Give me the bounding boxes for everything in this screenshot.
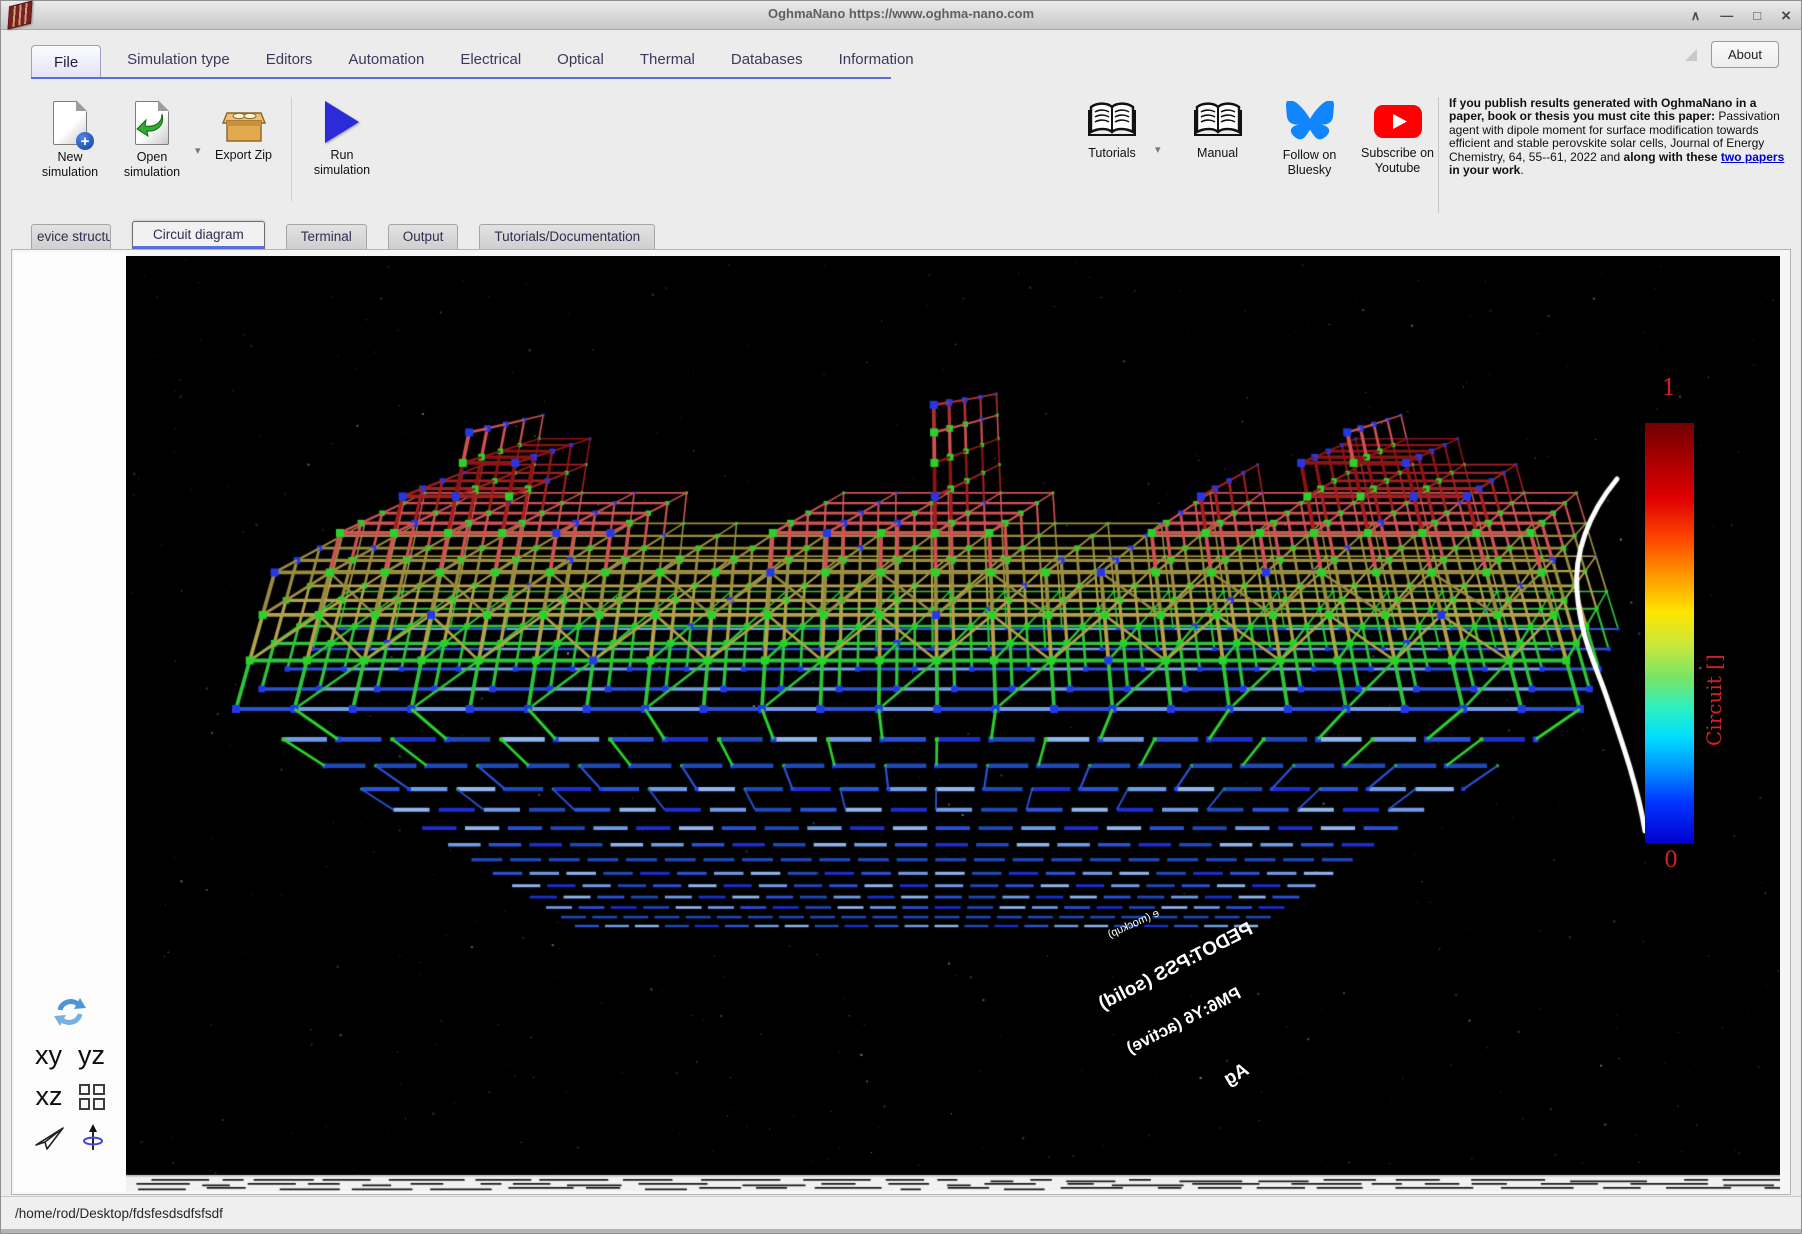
run-simulation-button[interactable]: Run simulation [301,93,383,178]
menu-item-electrical[interactable]: Electrical [460,51,521,68]
view-xy-button[interactable]: xy [35,1042,62,1069]
colorbar [1645,423,1694,843]
status-bar: /home/rod/Desktop/fdsfesdsdfsfsdf [1,1196,1801,1233]
shade-window-icon[interactable]: ∧ [1691,9,1701,22]
two-papers-link[interactable]: two papers [1721,150,1784,164]
youtube-button[interactable]: Subscribe on Youtube [1357,93,1439,176]
colorbar-min-label: 0 [1664,848,1678,873]
bluesky-butterfly-icon [1285,101,1334,140]
citation-panel: If you publish results generated with Og… [1438,96,1785,213]
ribbon-menu: File Simulation type Editors Automation … [31,39,914,78]
view-controls-strip: xy yz xz [14,252,126,1192]
bluesky-button[interactable]: Follow on Bluesky [1269,93,1351,178]
3d-viewport[interactable]: 1 0 Circuit [] e (mockup) PEDOT:PSS (sol… [126,256,1780,1191]
tutorials-dropdown-caret-icon[interactable]: ▾ [1155,143,1161,156]
current-path: /home/rod/Desktop/fdsfesdsdfsfsdf [15,1206,223,1221]
tab-device-structure[interactable]: evice structur [31,224,111,249]
menu-item-simulation-type[interactable]: Simulation type [127,51,230,68]
paper-plane-icon[interactable] [35,1125,65,1151]
resize-grip-icon [1685,48,1698,61]
menu-item-thermal[interactable]: Thermal [640,51,695,68]
open-simulation-button[interactable]: Open simulation [111,93,193,180]
window-title: OghmaNano https://www.oghma-nano.com [767,6,1035,21]
open-book-icon [1088,102,1136,136]
circuit-diagram-page: xy yz xz 1 0 Circuit [] e (mockup) PEDOT… [11,249,1791,1195]
play-icon [325,101,359,143]
plus-badge-icon: + [76,132,94,150]
menu-item-information[interactable]: Information [839,51,914,68]
menu-tab-file[interactable]: File [31,45,102,78]
rotate-axis-icon[interactable] [81,1124,105,1152]
view-xz-button[interactable]: xz [36,1083,63,1110]
menu-item-databases[interactable]: Databases [731,51,803,68]
title-bar[interactable]: OghmaNano https://www.oghma-nano.com ∧ —… [1,0,1801,30]
zip-box-icon [221,112,266,142]
view-yz-button[interactable]: yz [78,1042,105,1069]
app-window: OghmaNano https://www.oghma-nano.com ∧ —… [0,0,1802,1234]
tab-output[interactable]: Output [387,224,459,249]
open-book-icon [1193,102,1242,136]
grid-view-icon[interactable] [78,1083,105,1110]
menu-item-optical[interactable]: Optical [557,51,604,68]
toolbar-separator [291,97,292,201]
youtube-icon [1373,105,1422,138]
menu-item-editors[interactable]: Editors [266,51,313,68]
open-dropdown-caret-icon[interactable]: ▾ [195,144,201,157]
about-button[interactable]: About [1711,41,1779,68]
green-open-arrow-icon [136,113,164,137]
tutorials-button[interactable]: Tutorials [1071,93,1153,161]
menu-item-automation[interactable]: Automation [348,51,424,68]
view-tabs: evice structur Circuit diagram Terminal … [31,221,656,250]
manual-button[interactable]: Manual [1177,93,1259,161]
maximize-icon[interactable]: □ [1753,9,1761,22]
circuit-3d-canvas[interactable] [126,256,1780,1191]
new-simulation-button[interactable]: + New simulation [29,93,111,180]
tab-tutorials-documentation[interactable]: Tutorials/Documentation [479,224,656,249]
minimize-icon[interactable]: — [1720,9,1733,22]
export-zip-button[interactable]: Export Zip [203,93,285,163]
refresh-icon[interactable] [53,996,87,1028]
tab-circuit-diagram[interactable]: Circuit diagram [132,221,265,250]
tab-terminal[interactable]: Terminal [285,224,367,249]
menu-active-underline [31,77,891,79]
colorbar-axis-label: Circuit [] [1702,654,1726,746]
open-document-icon [135,100,169,145]
close-icon[interactable]: × [1781,7,1791,24]
colorbar-max-label: 1 [1662,376,1676,401]
new-document-icon: + [53,100,94,150]
citation-bold: If you publish results generated with Og… [1449,96,1757,124]
